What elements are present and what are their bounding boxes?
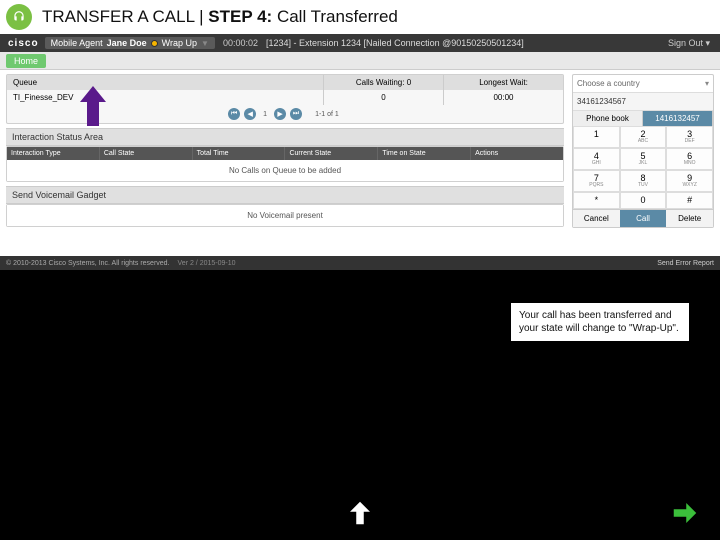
slide: TRANSFER A CALL | STEP 4: Call Transferr… bbox=[0, 0, 720, 540]
dialer-widget: Choose a country ▾ 34161234567 Phone boo… bbox=[572, 74, 714, 228]
key-7[interactable]: 7PQRS bbox=[573, 170, 620, 192]
dialer-tabs: Phone book 1416132457 bbox=[573, 111, 713, 126]
title-step: STEP 4: bbox=[208, 7, 272, 26]
key-5[interactable]: 5JKL bbox=[620, 148, 667, 170]
agent-status-chip[interactable]: Mobile Agent Jane Doe Wrap Up ▼ bbox=[45, 37, 215, 49]
tab-home[interactable]: Home bbox=[6, 54, 46, 68]
col-2: Total Time bbox=[193, 147, 286, 160]
title-suffix: Call Transferred bbox=[272, 7, 398, 26]
col-5: Actions bbox=[471, 147, 563, 160]
slide-title: TRANSFER A CALL | STEP 4: Call Transferr… bbox=[42, 7, 398, 27]
agent-name: Jane Doe bbox=[107, 38, 147, 48]
status-panel: Interaction Type Call State Total Time C… bbox=[6, 146, 564, 182]
key-2[interactable]: 2ABC bbox=[620, 126, 667, 148]
main-area: Queue Calls Waiting: 0 Longest Wait: TI_… bbox=[0, 70, 720, 256]
key-hash[interactable]: # bbox=[666, 192, 713, 209]
top-bar: cisco Mobile Agent Jane Doe Wrap Up ▼ 00… bbox=[0, 34, 720, 52]
cisco-logo: cisco bbox=[8, 38, 39, 49]
callout-box: Your call has been transferred and your … bbox=[510, 302, 690, 342]
dial-actions: Cancel Call Delete bbox=[573, 209, 713, 227]
call-button[interactable]: Call bbox=[620, 209, 667, 227]
cancel-button[interactable]: Cancel bbox=[573, 209, 620, 227]
tab-phonebook[interactable]: Phone book bbox=[573, 111, 643, 126]
queue-calls: 0 bbox=[323, 90, 443, 105]
col-1: Call State bbox=[100, 147, 193, 160]
status-empty: No Calls on Queue to be added bbox=[7, 160, 563, 181]
key-0[interactable]: 0 bbox=[620, 192, 667, 209]
keypad: 1 2ABC 3DEF 4GHI 5JKL 6MNO 7PQRS 8TUV 9W… bbox=[573, 126, 713, 209]
title-prefix: TRANSFER A CALL | bbox=[42, 7, 208, 26]
key-1[interactable]: 1 bbox=[573, 126, 620, 148]
status-dot-icon bbox=[151, 40, 158, 47]
highlight-arrow-icon bbox=[80, 86, 106, 126]
app-footer: © 2010-2013 Cisco Systems, Inc. All righ… bbox=[0, 256, 720, 270]
queue-wait: 00:00 bbox=[443, 90, 563, 105]
pager-info: 1-1 of 1 bbox=[312, 108, 342, 120]
col-4: Time on State bbox=[378, 147, 471, 160]
footer-copyright: © 2010-2013 Cisco Systems, Inc. All righ… bbox=[6, 260, 170, 267]
key-8[interactable]: 8TUV bbox=[620, 170, 667, 192]
key-9[interactable]: 9WXYZ bbox=[666, 170, 713, 192]
number-input[interactable]: 34161234567 bbox=[573, 93, 713, 111]
right-column: Choose a country ▾ 34161234567 Phone boo… bbox=[570, 70, 720, 256]
tab-keypad[interactable]: 1416132457 bbox=[643, 111, 713, 126]
voicemail-empty: No Voicemail present bbox=[7, 205, 563, 226]
chevron-down-icon: ▾ bbox=[705, 79, 709, 88]
country-placeholder: Choose a country bbox=[577, 79, 640, 88]
key-4[interactable]: 4GHI bbox=[573, 148, 620, 170]
col-0: Interaction Type bbox=[7, 147, 100, 160]
nav-up-button[interactable] bbox=[345, 498, 375, 528]
pager-next[interactable]: ▶ bbox=[274, 108, 286, 120]
finesse-app: cisco Mobile Agent Jane Doe Wrap Up ▼ 00… bbox=[0, 34, 720, 270]
voicemail-title: Send Voicemail Gadget bbox=[6, 186, 564, 204]
agent-status: Wrap Up bbox=[162, 38, 197, 48]
extension-info: [1234] - Extension 1234 [Nailed Connecti… bbox=[266, 38, 524, 48]
headset-icon bbox=[6, 4, 32, 30]
queue-name: TI_Finesse_DEV bbox=[7, 90, 323, 105]
send-error-report-link[interactable]: Send Error Report bbox=[657, 260, 714, 267]
sign-out-link[interactable]: Sign Out ▾ bbox=[668, 38, 710, 49]
key-3[interactable]: 3DEF bbox=[666, 126, 713, 148]
col-wait: Longest Wait: bbox=[443, 75, 563, 90]
status-grid-header: Interaction Type Call State Total Time C… bbox=[7, 147, 563, 160]
agent-timer: 00:00:02 bbox=[223, 38, 258, 48]
col-calls: Calls Waiting: 0 bbox=[323, 75, 443, 90]
pager-last[interactable]: ⏭ bbox=[290, 108, 302, 120]
pager-page: 1 bbox=[260, 108, 270, 120]
key-6[interactable]: 6MNO bbox=[666, 148, 713, 170]
col-3: Current State bbox=[285, 147, 378, 160]
footer-version: Ver 2 / 2015-09-10 bbox=[178, 260, 236, 267]
slide-title-bar: TRANSFER A CALL | STEP 4: Call Transferr… bbox=[0, 0, 720, 34]
voicemail-panel: No Voicemail present bbox=[6, 204, 564, 227]
agent-label: Mobile Agent bbox=[51, 38, 103, 48]
status-area-title: Interaction Status Area bbox=[6, 128, 564, 146]
pager-first[interactable]: ⏮ bbox=[228, 108, 240, 120]
pager-prev[interactable]: ◀ bbox=[244, 108, 256, 120]
nav-bar: Home bbox=[0, 52, 720, 70]
key-star[interactable]: * bbox=[573, 192, 620, 209]
chevron-down-icon: ▼ bbox=[201, 39, 209, 48]
delete-button[interactable]: Delete bbox=[666, 209, 713, 227]
country-select[interactable]: Choose a country ▾ bbox=[573, 75, 713, 93]
col-queue: Queue bbox=[7, 75, 323, 90]
nav-next-button[interactable] bbox=[670, 498, 700, 528]
